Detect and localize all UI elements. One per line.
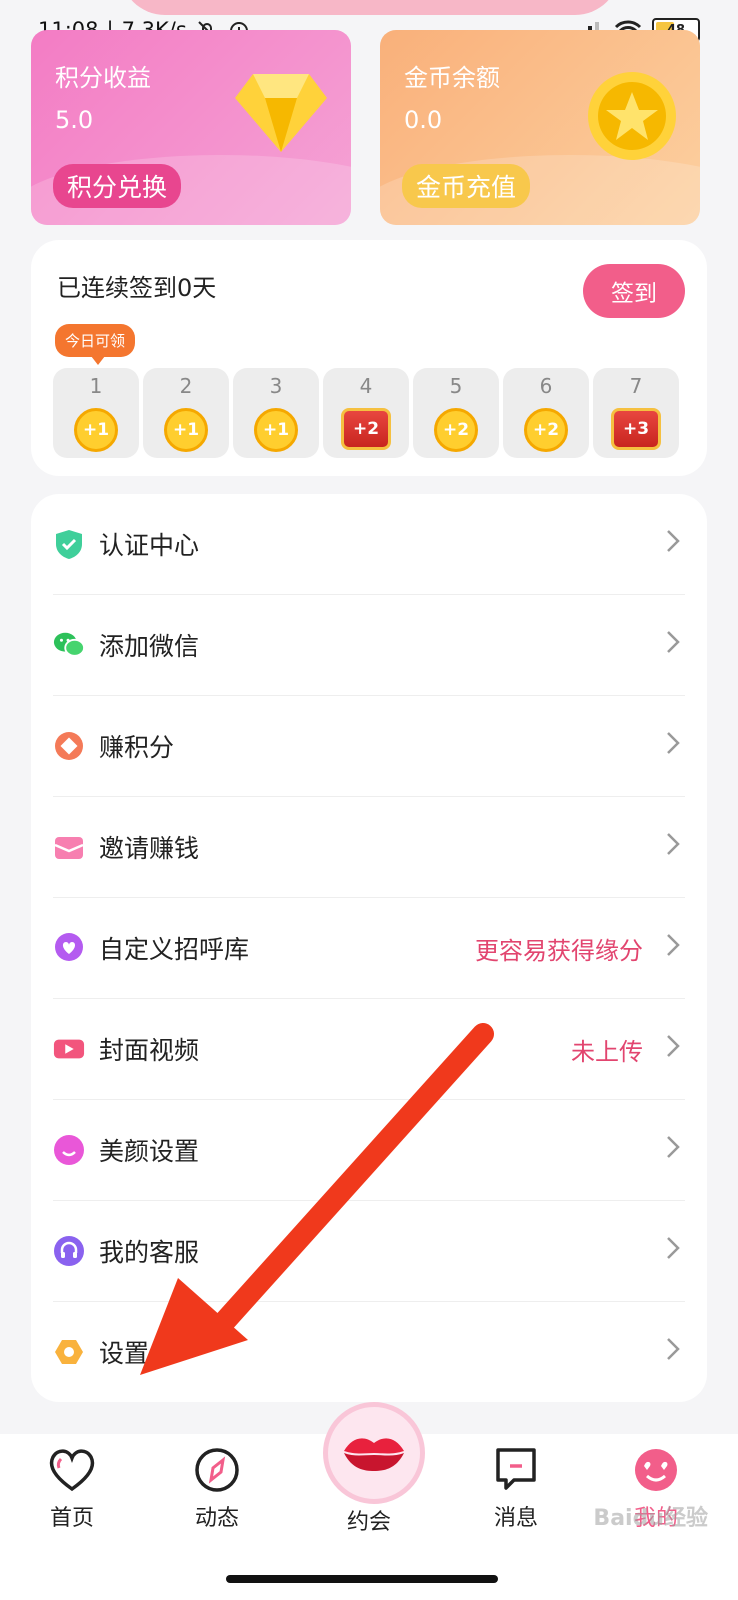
home-indicator[interactable] [226, 1575, 498, 1583]
chevron-right-icon [661, 527, 685, 562]
diamond-icon [235, 74, 327, 152]
points-exchange-button[interactable]: 积分兑换 [53, 164, 182, 208]
menu-list: 认证中心添加微信赚积分邀请赚钱自定义招呼库 更容易获得缘分封面视频 未上传美颜设置我… [31, 494, 707, 1402]
coins-title: 金币余额 [404, 64, 500, 92]
diamond-icon [53, 730, 85, 762]
checkin-button[interactable]: 签到 [583, 264, 685, 318]
points-title: 积分收益 [55, 64, 151, 92]
day-number: 7 [629, 374, 643, 398]
chevron-right-icon [661, 830, 685, 865]
menu-item-label: 添加微信 [99, 632, 200, 661]
checkin-panel: 已连续签到0天 签到 今日可领 1 +1 2 +1 3 +1 4 +2 5 +2 6 +2 7 +3 [31, 240, 707, 476]
menu-item[interactable]: 我的客服 [53, 1201, 685, 1302]
menu-item-label: 认证中心 [99, 531, 200, 560]
gold-coin-icon [588, 72, 676, 160]
menu-item[interactable]: 封面视频 未上传 [53, 999, 685, 1100]
chevron-right-icon [661, 628, 685, 663]
shield-check-icon [53, 528, 85, 560]
today-badge: 今日可领 [55, 324, 136, 365]
day-number: 2 [179, 374, 193, 398]
coin-reward-icon: +1 [254, 408, 298, 452]
watermark-logo: Baidu经验 [593, 1506, 708, 1531]
chevron-right-icon [661, 1335, 685, 1370]
menu-item-hint: 更容易获得缘分 [475, 936, 643, 965]
day-number: 1 [89, 374, 103, 398]
treasure-chest-icon: +2 [341, 408, 391, 450]
menu-item[interactable]: 认证中心 [53, 494, 685, 595]
tab-label: 约会 [346, 1510, 391, 1535]
chevron-right-icon [661, 1032, 685, 1067]
menu-item-label: 美颜设置 [99, 1137, 200, 1166]
menu-item-label: 自定义招呼库 [99, 935, 250, 964]
checkin-day[interactable]: 6 +2 [503, 368, 589, 458]
checkin-days: 1 +1 2 +1 3 +1 4 +2 5 +2 6 +2 7 +3 [53, 368, 679, 458]
checkin-day[interactable]: 5 +2 [413, 368, 499, 458]
chevron-right-icon [661, 1234, 685, 1269]
menu-item[interactable]: 自定义招呼库 更容易获得缘分 [53, 898, 685, 999]
menu-item-label: 我的客服 [99, 1238, 200, 1267]
smile-icon [53, 1134, 85, 1166]
compass-icon [195, 1448, 239, 1492]
points-value: 5.0 [55, 106, 94, 134]
menu-item[interactable]: 添加微信 [53, 595, 685, 696]
coins-value: 0.0 [404, 106, 443, 134]
menu-item[interactable]: 设置 [53, 1302, 685, 1402]
coin-reward-icon: +2 [434, 408, 478, 452]
day-number: 5 [449, 374, 463, 398]
hexagon-gear-icon [53, 1336, 85, 1368]
coins-card[interactable]: 金币余额 0.0 金币充值 [380, 30, 700, 225]
menu-item-label: 设置 [99, 1339, 150, 1368]
center-date-button[interactable] [323, 1402, 425, 1504]
envelope-icon [53, 831, 85, 863]
checkin-title: 已连续签到0天 [57, 274, 217, 302]
chevron-right-icon [661, 1133, 685, 1168]
tab-label: 消息 [493, 1506, 538, 1531]
love-face-icon [635, 1449, 677, 1491]
video-icon [53, 1033, 85, 1065]
menu-item-hint: 未上传 [571, 1037, 643, 1066]
tab-label: 动态 [194, 1506, 239, 1531]
chevron-right-icon [661, 931, 685, 966]
tab-feed[interactable]: 动态 [167, 1444, 267, 1532]
tab-date[interactable]: 约会 [319, 1500, 419, 1536]
tab-messages[interactable]: 消息 [466, 1444, 566, 1532]
menu-item[interactable]: 赚积分 [53, 696, 685, 797]
heart-outline-icon [49, 1449, 95, 1492]
points-card[interactable]: 积分收益 5.0 积分兑换 [31, 30, 351, 225]
checkin-day[interactable]: 1 +1 [53, 368, 139, 458]
checkin-day[interactable]: 3 +1 [233, 368, 319, 458]
coins-recharge-button[interactable]: 金币充值 [402, 164, 531, 208]
menu-item-label: 封面视频 [99, 1036, 200, 1065]
headset-icon [53, 1235, 85, 1267]
menu-item[interactable]: 美颜设置 [53, 1100, 685, 1201]
lips-icon [344, 1438, 404, 1471]
checkin-day[interactable]: 4 +2 [323, 368, 409, 458]
tab-label: 首页 [49, 1506, 94, 1531]
coin-reward-icon: +1 [74, 408, 118, 452]
heart-chat-icon [53, 932, 85, 964]
day-number: 4 [359, 374, 373, 398]
tab-home[interactable]: 首页 [22, 1444, 122, 1532]
wechat-icon [53, 629, 85, 661]
coin-reward-icon: +2 [524, 408, 568, 452]
menu-item-label: 赚积分 [99, 733, 175, 762]
message-icon [496, 1448, 536, 1490]
checkin-day[interactable]: 7 +3 [593, 368, 679, 458]
chevron-right-icon [661, 729, 685, 764]
coin-reward-icon: +1 [164, 408, 208, 452]
bottom-area [0, 1540, 738, 1600]
menu-item-label: 邀请赚钱 [99, 834, 200, 863]
checkin-day[interactable]: 2 +1 [143, 368, 229, 458]
treasure-chest-icon: +3 [611, 408, 661, 450]
day-number: 3 [269, 374, 283, 398]
day-number: 6 [539, 374, 553, 398]
menu-item[interactable]: 邀请赚钱 [53, 797, 685, 898]
